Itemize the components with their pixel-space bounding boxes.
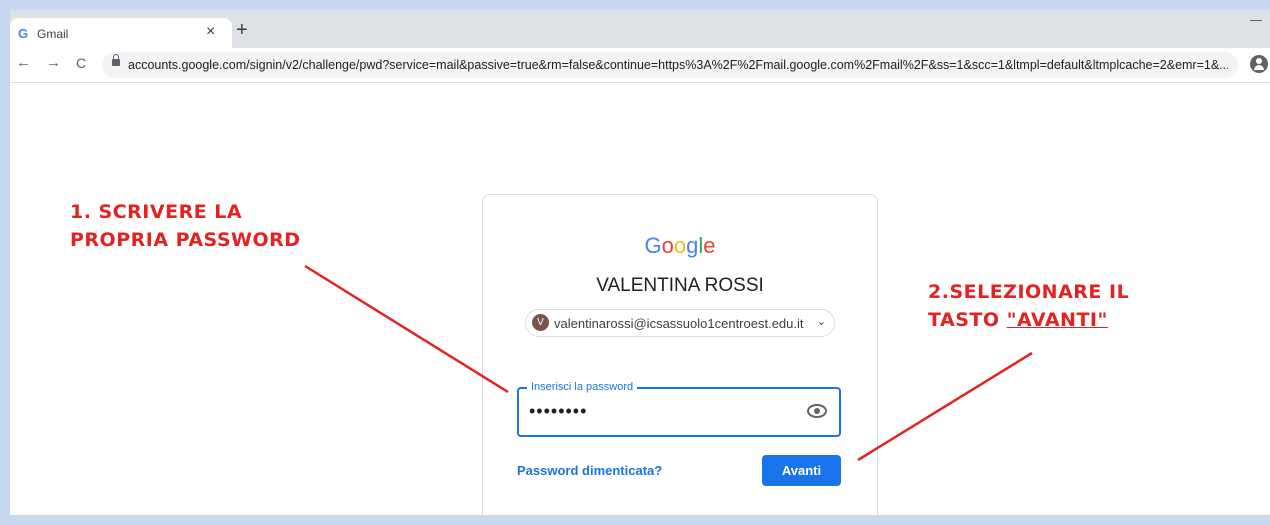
arrow-to-password xyxy=(304,264,509,394)
arrow-to-next xyxy=(857,351,1033,462)
annotation-arrows xyxy=(304,264,1033,462)
screenshot-frame: G Gmail × + ← → C accounts.google.com/si… xyxy=(10,10,1270,515)
